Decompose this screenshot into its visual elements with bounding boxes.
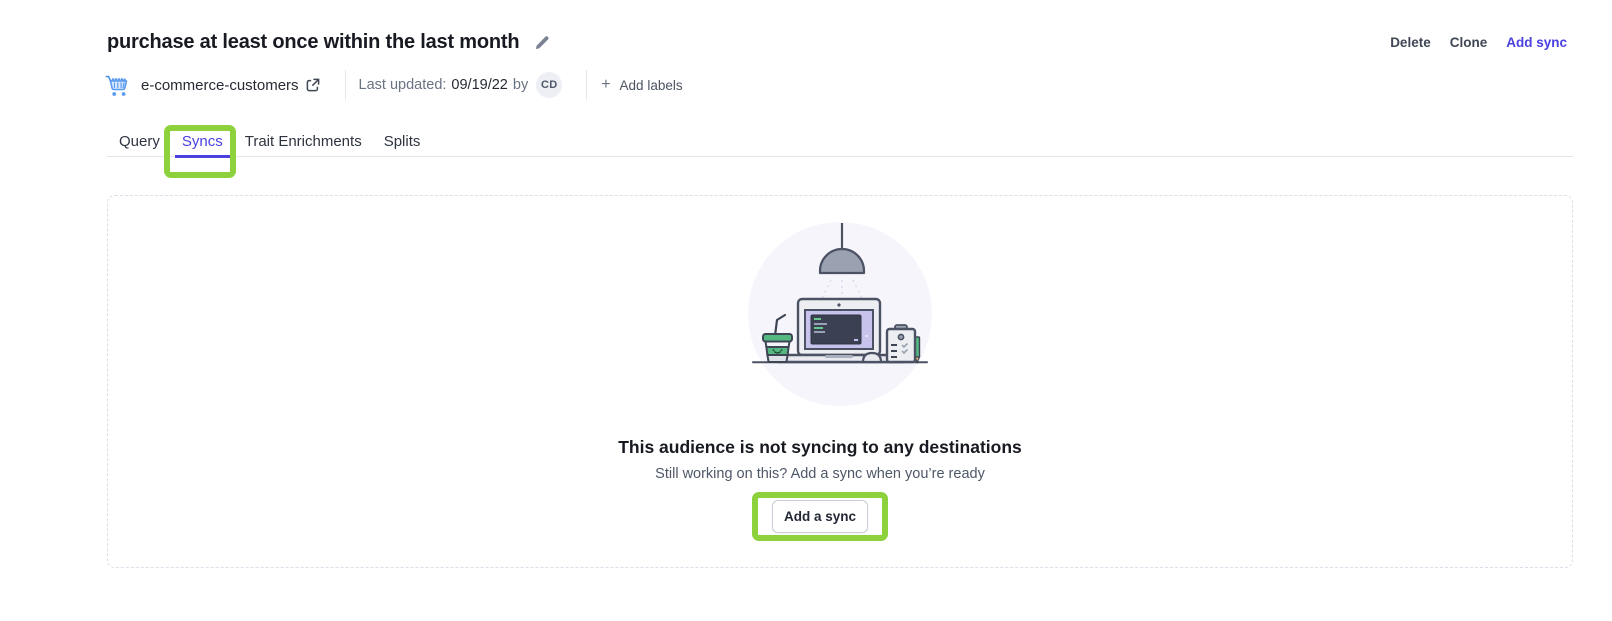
add-sync-button[interactable]: Add sync: [1506, 35, 1567, 50]
tab-trait-enrichments[interactable]: Trait Enrichments: [238, 126, 369, 157]
tab-query[interactable]: Query: [112, 126, 167, 157]
annotation-highlight-add-sync-button: Add a sync: [752, 492, 888, 541]
empty-state-illustration: [745, 219, 935, 409]
meta-row: e-commerce-customers Last updated: 09/19…: [104, 69, 683, 101]
clone-button[interactable]: Clone: [1450, 35, 1488, 50]
add-a-sync-button[interactable]: Add a sync: [772, 500, 868, 533]
page-title: purchase at least once within the last m…: [107, 31, 519, 54]
external-link-icon[interactable]: [306, 78, 320, 92]
last-updated-date: 09/19/22: [451, 77, 507, 93]
delete-button[interactable]: Delete: [1390, 35, 1431, 50]
add-labels-button[interactable]: + Add labels: [601, 77, 682, 93]
shopping-cart-icon: [104, 71, 132, 99]
divider: [345, 70, 346, 100]
tab-syncs[interactable]: Syncs: [175, 126, 230, 157]
add-labels-label: Add labels: [620, 78, 683, 93]
source-link[interactable]: e-commerce-customers: [141, 77, 299, 94]
plus-icon: +: [601, 77, 610, 93]
empty-state: This audience is not syncing to any dest…: [108, 196, 1572, 567]
pencil-icon[interactable]: [534, 35, 550, 51]
divider: [586, 70, 587, 100]
title-row: purchase at least once within the last m…: [107, 31, 1567, 54]
audience-detail-page: purchase at least once within the last m…: [0, 0, 1612, 621]
tab-splits[interactable]: Splits: [377, 126, 428, 157]
empty-state-heading: This audience is not syncing to any dest…: [618, 435, 1022, 459]
avatar[interactable]: CD: [536, 72, 562, 98]
by-label: by: [513, 77, 528, 93]
empty-state-subtext: Still working on this? Add a sync when y…: [655, 464, 985, 485]
tab-bar: Query Syncs Trait Enrichments Splits: [107, 126, 1573, 157]
syncs-empty-panel: This audience is not syncing to any dest…: [107, 195, 1573, 568]
header-actions: Delete Clone Add sync: [1390, 35, 1567, 50]
last-updated-label: Last updated:: [359, 77, 447, 93]
